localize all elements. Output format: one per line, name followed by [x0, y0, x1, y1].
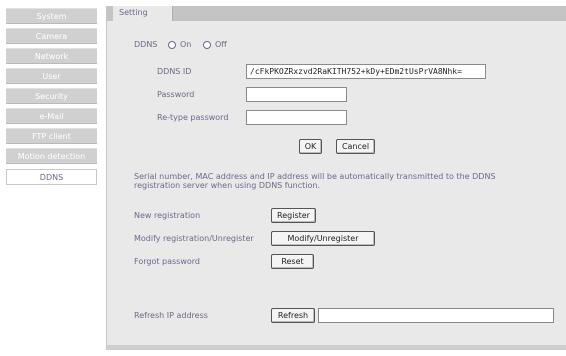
refresh-button[interactable]: Refresh [271, 308, 315, 323]
ddns-note-line-1: Serial number, MAC address and IP addres… [134, 172, 496, 181]
sidebar-menu: System Camera Network User Security e-Ma… [0, 6, 97, 350]
cancel-button[interactable]: Cancel [336, 139, 375, 154]
sidebar-item-camera[interactable]: Camera [6, 28, 97, 44]
sidebar-item-ftp-client[interactable]: FTP client [6, 128, 97, 144]
ddns-off-radio[interactable] [203, 41, 211, 49]
ok-button[interactable]: OK [299, 139, 322, 154]
reset-button[interactable]: Reset [271, 254, 314, 269]
new-registration-label: New registration [134, 211, 201, 220]
settings-panel: Setting DDNS On Off DDNS ID /cFkPKOZRxzv… [106, 6, 566, 350]
tab-setting[interactable]: Setting [113, 6, 173, 21]
modify-unregister-button[interactable]: Modify/Unregister [271, 231, 375, 246]
ddns-on-radio[interactable] [168, 41, 176, 49]
refresh-ip-field[interactable] [318, 308, 554, 323]
ddns-label: DDNS [134, 40, 158, 49]
modify-registration-label: Modify registration/Unregister [134, 234, 254, 243]
sidebar-item-network[interactable]: Network [6, 48, 97, 64]
ddns-id-label: DDNS ID [157, 67, 192, 76]
panel-bottom-border [107, 345, 566, 350]
sidebar-item-system[interactable]: System [6, 8, 97, 24]
ddns-note: Serial number, MAC address and IP addres… [134, 172, 514, 190]
sidebar-item-user[interactable]: User [6, 68, 97, 84]
sidebar-item-security[interactable]: Security [6, 88, 97, 104]
ddns-on-label: On [180, 40, 192, 49]
sidebar-item-email[interactable]: e-Mail [6, 108, 97, 124]
retype-password-field[interactable] [246, 110, 347, 125]
ddns-off-label: Off [215, 40, 227, 49]
password-field[interactable] [246, 87, 347, 102]
sidebar-item-motion-detection[interactable]: Motion detection [6, 148, 97, 164]
ddns-id-field[interactable]: /cFkPKOZRxzvd2RaKITH752+kDy+EDm2tUsPrVA8… [246, 64, 486, 79]
register-button[interactable]: Register [271, 208, 316, 223]
forgot-password-label: Forgot password [134, 257, 200, 266]
tab-bar: Setting [107, 6, 566, 21]
sidebar-item-ddns[interactable]: DDNS [6, 169, 97, 185]
refresh-ip-label: Refresh IP address [134, 311, 208, 320]
password-label: Password [157, 90, 195, 99]
ddns-note-line-2: registration server when using DDNS func… [134, 181, 321, 190]
retype-password-label: Re-type password [157, 113, 229, 122]
